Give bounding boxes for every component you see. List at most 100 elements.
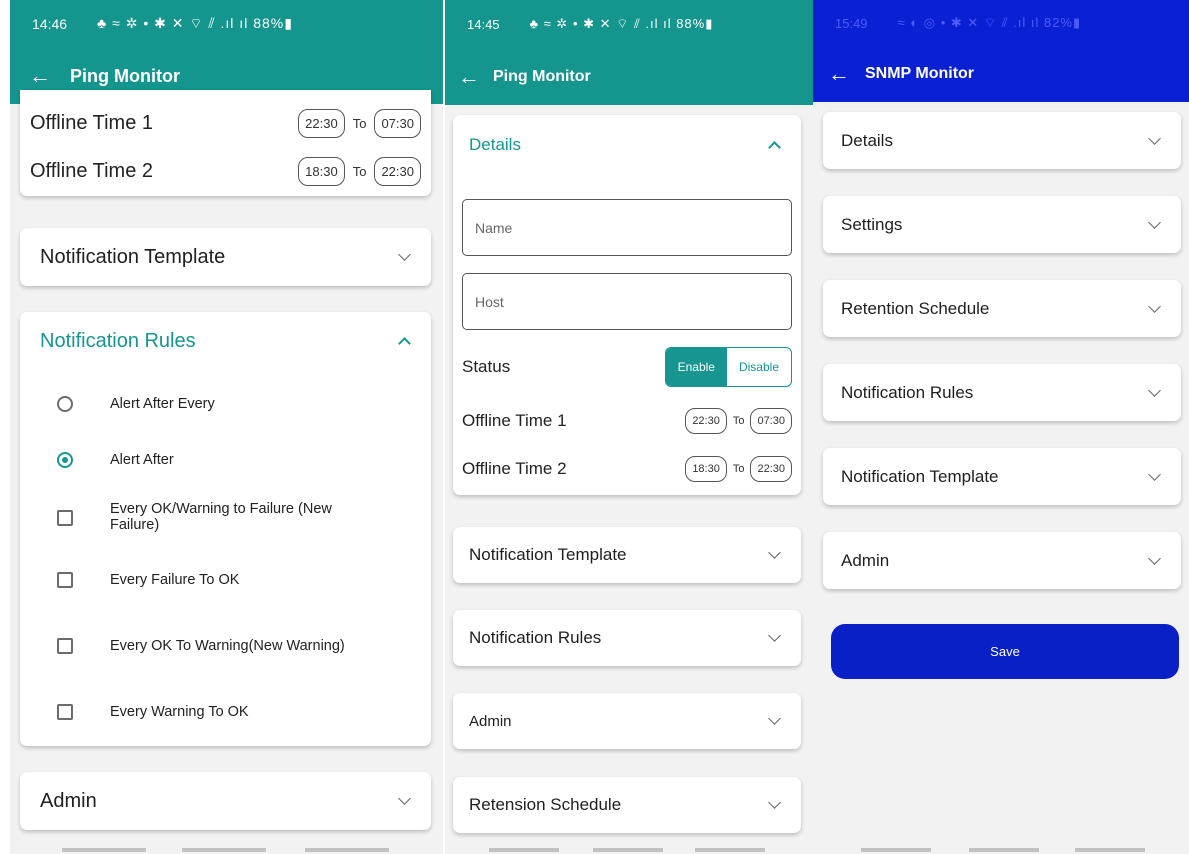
- admin-section[interactable]: Admin: [20, 772, 431, 830]
- offline-time-1-row: Offline Time 1 22:30 To 07:30: [30, 100, 421, 146]
- checkbox-icon[interactable]: [57, 509, 73, 526]
- checkbox-icon[interactable]: [57, 572, 73, 588]
- offline-time-1-to[interactable]: 07:30: [374, 108, 421, 138]
- name-placeholder: Name: [475, 219, 513, 236]
- offline-time-1-row: Offline Time 1 22:30 To 07:30: [462, 401, 792, 441]
- details-label: Details: [841, 130, 893, 150]
- notification-rules-section[interactable]: Notification Rules: [823, 364, 1181, 421]
- offline-time-1-from[interactable]: 22:30: [298, 108, 345, 138]
- status-bar: 15:49 ≈ ◐ ◎ • ✱ ✕ ⌔ ⫽ .ıl ıl 82%▮: [813, 0, 1189, 46]
- option-alert-after-every[interactable]: Alert After Every: [50, 396, 411, 412]
- save-button[interactable]: Save: [831, 624, 1179, 679]
- admin-section[interactable]: Admin: [823, 532, 1181, 589]
- offline-time-1-label: Offline Time 1: [462, 411, 567, 430]
- checkbox-icon[interactable]: [57, 704, 73, 720]
- notification-template-header: Notification Template: [823, 448, 1181, 505]
- radio-icon[interactable]: [57, 396, 73, 412]
- host-input[interactable]: Host: [462, 273, 792, 330]
- disable-button[interactable]: Disable: [727, 348, 791, 386]
- admin-label: Admin: [841, 550, 890, 570]
- status-icons: ♣ ≈ ✲ • ✱ ✕ ⌔ ⫽ .ıl ıl 88%▮: [97, 15, 293, 31]
- option-label: Alert After: [110, 452, 174, 468]
- nav-bar: [10, 844, 443, 854]
- offline-time-1-to-label: To: [732, 415, 745, 427]
- notification-rules-header: Notification Rules: [453, 610, 801, 666]
- notification-template-label: Notification Template: [469, 545, 627, 564]
- nav-handle: [62, 848, 146, 852]
- notification-template-section[interactable]: Notification Template: [823, 448, 1181, 505]
- nav-handle: [695, 848, 765, 852]
- retention-schedule-label: Retention Schedule: [841, 298, 990, 318]
- name-input[interactable]: Name: [462, 199, 792, 256]
- retension-schedule-label: Retension Schedule: [469, 795, 622, 814]
- back-arrow-icon[interactable]: ←: [813, 61, 865, 87]
- settings-section[interactable]: Settings: [823, 196, 1181, 253]
- notification-template-section[interactable]: Notification Template: [453, 527, 801, 583]
- notification-rules-label: Notification Rules: [841, 382, 974, 402]
- status-time: 15:49: [835, 15, 868, 31]
- offline-time-1-from[interactable]: 22:30: [685, 408, 727, 434]
- back-arrow-icon[interactable]: ←: [445, 64, 493, 90]
- option-warning-to-ok[interactable]: Every Warning To OK: [50, 704, 411, 720]
- retention-schedule-section[interactable]: Retention Schedule: [823, 280, 1181, 337]
- enable-button[interactable]: Enable: [665, 348, 727, 386]
- notification-rules-header: Notification Rules: [823, 364, 1181, 421]
- chevron-down-icon: [1148, 299, 1161, 313]
- retention-schedule-header: Retention Schedule: [823, 280, 1181, 337]
- offline-time-2-to[interactable]: 22:30: [750, 456, 792, 482]
- chevron-down-icon: [1148, 551, 1161, 565]
- option-label: Every OK To Warning(New Warning): [110, 638, 345, 654]
- notification-rules-label: Notification Rules: [469, 628, 602, 647]
- details-section[interactable]: Details: [823, 112, 1181, 169]
- chevron-down-icon: [1148, 383, 1161, 397]
- notification-template-header: Notification Template: [20, 228, 431, 286]
- app-bar: ← Ping Monitor: [445, 48, 813, 105]
- page-title: SNMP Monitor: [865, 65, 975, 82]
- details-header[interactable]: Details: [453, 115, 801, 175]
- retension-schedule-section[interactable]: Retension Schedule: [453, 777, 801, 833]
- chevron-down-icon: [1148, 215, 1161, 229]
- offline-time-2-to[interactable]: 22:30: [374, 156, 421, 186]
- offline-time-2-row: Offline Time 2 18:30 To 22:30: [30, 148, 421, 194]
- snmp-monitor-screen: 15:49 ≈ ◐ ◎ • ✱ ✕ ⌔ ⫽ .ıl ıl 82%▮ ← SNMP…: [813, 0, 1189, 854]
- option-label: Every Failure To OK: [110, 572, 240, 588]
- nav-handle: [1075, 848, 1145, 852]
- admin-section[interactable]: Admin: [453, 693, 801, 749]
- offline-time-1-to-label: To: [352, 115, 367, 131]
- offline-time-2-from[interactable]: 18:30: [685, 456, 727, 482]
- checkbox-icon[interactable]: [57, 638, 73, 654]
- option-failure-to-ok[interactable]: Every Failure To OK: [50, 572, 411, 588]
- nav-handle: [489, 848, 559, 852]
- nav-handle: [593, 848, 663, 852]
- chevron-down-icon: [1148, 467, 1161, 481]
- option-alert-after[interactable]: Alert After: [50, 452, 411, 468]
- notification-template-label: Notification Template: [40, 245, 226, 268]
- offline-time-1-label: Offline Time 1: [30, 111, 154, 134]
- status-time: 14:45: [467, 16, 500, 32]
- offline-time-2-to-label: To: [732, 463, 745, 475]
- option-ok-to-warning[interactable]: Every OK To Warning(New Warning): [50, 638, 411, 654]
- chevron-down-icon: [398, 248, 411, 261]
- host-placeholder: Host: [475, 293, 504, 310]
- chevron-down-icon: [768, 629, 781, 642]
- admin-header: Admin: [453, 693, 801, 749]
- details-header: Details: [823, 112, 1181, 169]
- back-arrow-icon[interactable]: ←: [10, 63, 70, 89]
- status-bar: 14:46 ♣ ≈ ✲ • ✱ ✕ ⌔ ⫽ .ıl ıl 88%▮: [10, 0, 443, 48]
- notification-template-header: Notification Template: [453, 527, 801, 583]
- offline-time-1-to[interactable]: 07:30: [750, 408, 792, 434]
- radio-selected-icon[interactable]: [57, 452, 73, 468]
- notification-rules-header[interactable]: Notification Rules: [20, 312, 431, 370]
- option-ok-warning-to-failure[interactable]: Every OK/Warning to Failure (New Failure…: [50, 501, 411, 534]
- offline-time-2-from[interactable]: 18:30: [298, 156, 345, 186]
- notification-rules-section[interactable]: Notification Rules: [453, 610, 801, 666]
- nav-handle: [182, 848, 266, 852]
- offline-time-2-label: Offline Time 2: [462, 459, 567, 478]
- option-label: Alert After Every: [110, 396, 215, 412]
- offline-time-2-row: Offline Time 2 18:30 To 22:30: [462, 449, 792, 489]
- notification-template-section[interactable]: Notification Template: [20, 228, 431, 286]
- status-time: 14:46: [32, 16, 68, 32]
- retension-schedule-header: Retension Schedule: [453, 777, 801, 833]
- details-label: Details: [469, 135, 521, 154]
- status-row: Status Enable Disable: [462, 347, 792, 387]
